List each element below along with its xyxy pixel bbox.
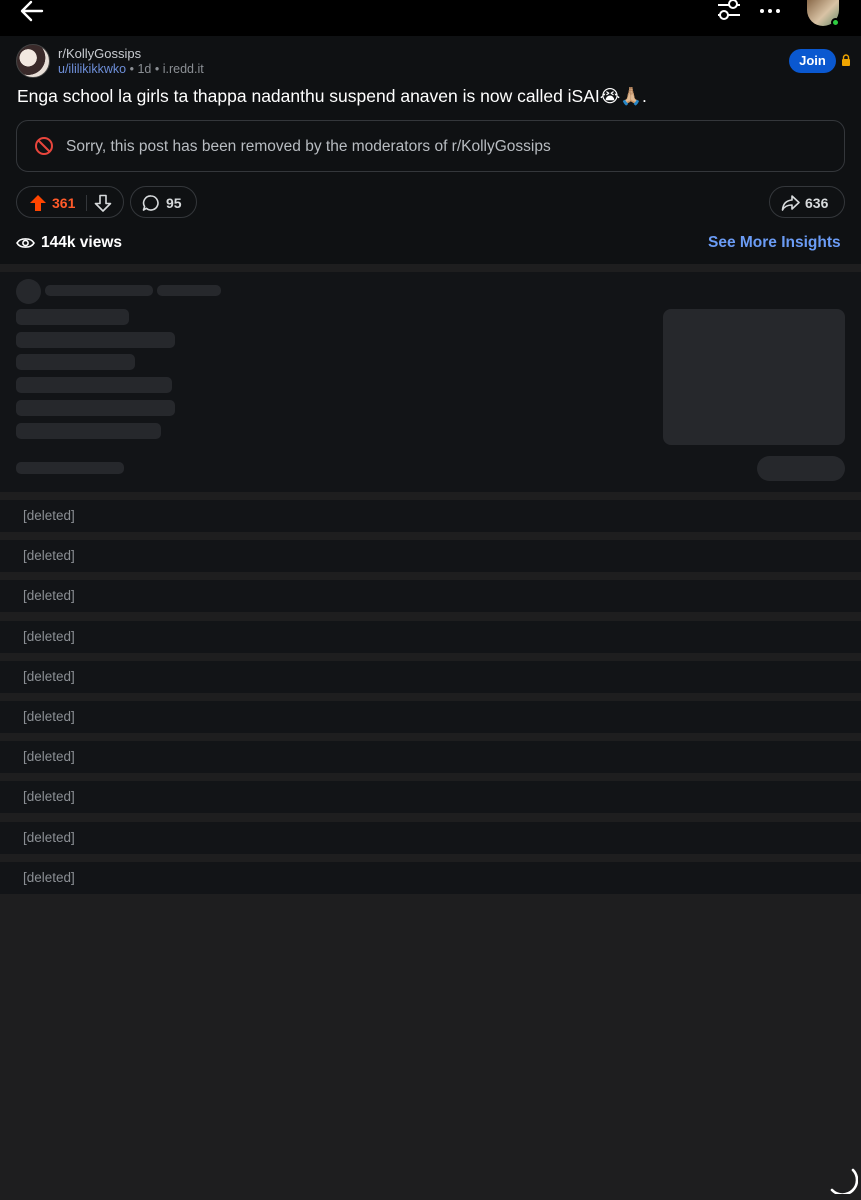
sort-filter-button[interactable] xyxy=(716,0,742,24)
eye-icon xyxy=(16,238,35,248)
loading-skeleton xyxy=(0,272,861,492)
online-status-dot xyxy=(831,18,840,27)
post-age: 1d xyxy=(137,62,152,76)
upvote-arrow-icon[interactable] xyxy=(29,194,47,212)
comment-row[interactable]: [deleted] xyxy=(0,741,861,773)
more-options-button[interactable] xyxy=(756,2,784,20)
comment-row[interactable]: [deleted] xyxy=(0,661,861,693)
comments-button[interactable]: 95 xyxy=(130,186,197,218)
see-more-insights-link[interactable]: See More Insights xyxy=(708,234,841,252)
deleted-comment-label: [deleted] xyxy=(23,789,75,804)
post-title[interactable]: Enga school la girls ta thappa nadanthu … xyxy=(17,86,647,107)
top-bar xyxy=(0,0,861,36)
comment-row[interactable]: [deleted] xyxy=(0,862,861,894)
deleted-comment-label: [deleted] xyxy=(23,749,75,764)
comment-count: 95 xyxy=(166,195,182,211)
deleted-comment-label: [deleted] xyxy=(23,669,75,684)
skeleton-line xyxy=(16,377,172,393)
view-count: 144k views xyxy=(41,234,123,251)
skeleton-avatar xyxy=(16,279,41,304)
deleted-comment-label: [deleted] xyxy=(23,830,75,845)
removed-notice: Sorry, this post has been removed by the… xyxy=(16,120,845,172)
deleted-comment-label: [deleted] xyxy=(23,508,75,523)
removed-message: Sorry, this post has been removed by the… xyxy=(66,138,551,155)
comment-row[interactable]: [deleted] xyxy=(0,781,861,813)
skeleton-line xyxy=(16,400,175,416)
skeleton-line xyxy=(45,285,153,296)
comment-row[interactable]: [deleted] xyxy=(0,701,861,733)
vote-control: 361 xyxy=(16,186,124,218)
skeleton-thumbnail xyxy=(663,309,845,445)
comment-row[interactable]: [deleted] xyxy=(0,580,861,612)
vote-divider xyxy=(86,195,87,211)
comment-row[interactable]: [deleted] xyxy=(0,500,861,532)
skeleton-line xyxy=(16,354,135,370)
join-button[interactable]: Join xyxy=(789,49,836,73)
deleted-comment-label: [deleted] xyxy=(23,629,75,644)
downvote-arrow-icon[interactable] xyxy=(94,194,112,212)
meta-separator: • xyxy=(129,62,134,76)
subreddit-name[interactable]: r/KollyGossips xyxy=(58,46,141,61)
deleted-comment-label: [deleted] xyxy=(23,870,75,885)
more-horizontal-icon xyxy=(760,9,764,13)
comment-row[interactable]: [deleted] xyxy=(0,540,861,572)
share-arrow-icon xyxy=(781,195,800,211)
deleted-comment-label: [deleted] xyxy=(23,709,75,724)
comment-row[interactable]: [deleted] xyxy=(0,621,861,653)
skeleton-line xyxy=(16,462,124,474)
upvote-count: 361 xyxy=(52,195,76,211)
lock-icon xyxy=(842,54,850,66)
post-meta: u/ililikikkwko • 1d • i.redd.it xyxy=(58,62,204,76)
share-count: 636 xyxy=(805,195,829,211)
skeleton-line xyxy=(16,309,129,325)
skeleton-line xyxy=(157,285,221,296)
skeleton-line xyxy=(16,423,161,439)
skeleton-line xyxy=(16,332,175,348)
deleted-comment-label: [deleted] xyxy=(23,548,75,563)
back-button[interactable] xyxy=(18,0,48,24)
comment-bubble-icon xyxy=(142,195,159,211)
share-button[interactable]: 636 xyxy=(769,186,845,218)
ban-icon xyxy=(35,137,53,155)
sliders-icon xyxy=(718,0,740,20)
loading-spinner-icon xyxy=(830,1168,858,1194)
meta-separator: • xyxy=(154,62,160,76)
post-card: r/KollyGossips u/ililikikkwko • 1d • i.r… xyxy=(0,36,861,264)
comment-row[interactable]: [deleted] xyxy=(0,822,861,854)
skeleton-pill xyxy=(757,456,845,481)
post-domain[interactable]: i.redd.it xyxy=(163,62,204,76)
subreddit-avatar[interactable] xyxy=(16,44,50,78)
arrow-left-icon xyxy=(20,0,44,22)
author-link[interactable]: u/ililikikkwko xyxy=(58,62,126,76)
deleted-comment-label: [deleted] xyxy=(23,588,75,603)
